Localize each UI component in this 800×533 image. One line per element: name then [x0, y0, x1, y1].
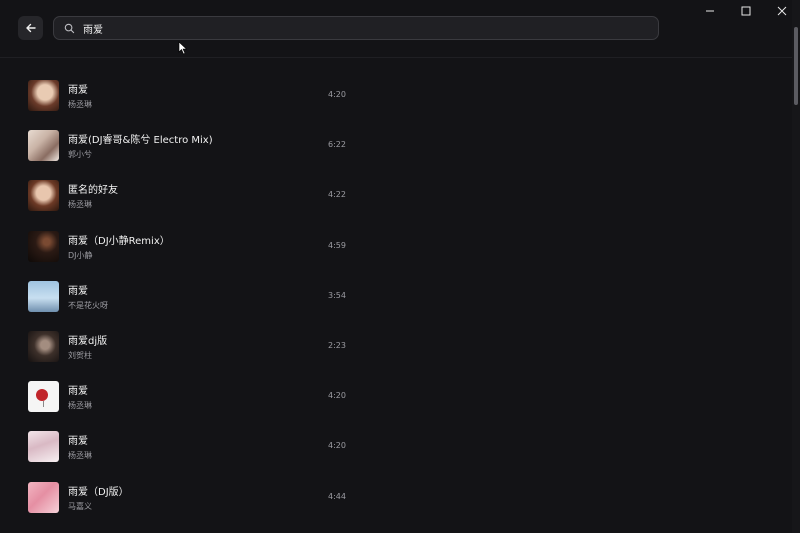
song-title: 雨爱 — [68, 436, 88, 448]
song-title: 雨爱 — [68, 85, 88, 96]
song-title: 雨爱 — [68, 386, 88, 398]
search-input[interactable] — [83, 22, 658, 34]
song-title: 雨爱dj版 — [68, 335, 108, 347]
song-duration: 4:20 — [328, 441, 346, 451]
maximize-icon — [741, 6, 751, 16]
minimize-button[interactable] — [692, 0, 728, 22]
album-cover — [28, 80, 59, 111]
song-duration: 2:23 — [328, 340, 346, 350]
minimize-icon — [706, 10, 714, 12]
song-artist[interactable]: 不是花火呀 — [68, 300, 108, 311]
album-cover — [28, 481, 59, 513]
back-button[interactable] — [18, 16, 43, 40]
song-duration: 4:20 — [328, 391, 346, 401]
app-window: 雨爱 杨丞琳 4:20 雨爱(DJ睿哥&陈兮 Electro Mix) 郭小兮 … — [0, 0, 800, 533]
song-row[interactable]: 雨爱 杨丞琳 4:20 — [0, 70, 792, 120]
song-duration: 3:54 — [328, 290, 346, 300]
song-row[interactable]: 雨爱 不是花火呀 3:54 — [0, 271, 792, 321]
song-duration: 4:59 — [328, 240, 346, 250]
song-row[interactable]: 雨爱 杨丞琳 4:20 — [0, 421, 792, 471]
song-title: 雨爱 — [68, 285, 88, 297]
song-title: 雨爱（DJ版） — [68, 486, 129, 498]
song-duration: 6:22 — [328, 140, 346, 150]
album-cover — [28, 330, 59, 362]
song-artist[interactable]: 刘贺柱 — [68, 350, 92, 361]
song-row[interactable]: 雨爱（DJ小静Remix） DJ小静 4:59 — [0, 221, 792, 271]
search-icon — [64, 23, 75, 33]
song-artist[interactable]: 杨丞琳 — [68, 400, 92, 411]
search-results-list: 雨爱 杨丞琳 4:20 雨爱(DJ睿哥&陈兮 Electro Mix) 郭小兮 … — [0, 70, 792, 522]
close-icon — [777, 6, 787, 16]
song-title: 雨爱(DJ睿哥&陈兮 Electro Mix) — [68, 135, 213, 147]
album-cover — [28, 381, 59, 413]
song-duration: 4:22 — [328, 190, 346, 200]
song-artist[interactable]: 马嘉义 — [68, 501, 92, 512]
song-row[interactable]: 雨爱(DJ睿哥&陈兮 Electro Mix) 郭小兮 6:22 — [0, 120, 792, 170]
search-bar[interactable] — [53, 16, 659, 40]
scrollbar[interactable] — [792, 0, 800, 533]
song-title: 雨爱（DJ小静Remix） — [68, 235, 170, 247]
song-row[interactable]: 雨爱dj版 刘贺柱 2:23 — [0, 321, 792, 371]
song-duration: 4:20 — [328, 90, 346, 99]
window-controls — [692, 0, 800, 22]
arrow-left-icon — [25, 23, 36, 33]
scrollbar-thumb[interactable] — [794, 27, 798, 105]
album-cover — [28, 431, 59, 463]
song-title: 匿名的好友 — [68, 185, 118, 197]
song-row[interactable]: 雨爱（DJ版） 马嘉义 4:44 — [0, 472, 792, 522]
song-artist[interactable]: DJ小静 — [68, 250, 93, 261]
song-artist[interactable]: 郭小兮 — [68, 149, 92, 160]
album-cover — [28, 130, 59, 162]
album-cover — [28, 230, 59, 262]
song-artist[interactable]: 杨丞琳 — [68, 450, 92, 461]
song-row[interactable]: 匿名的好友 杨丞琳 4:22 — [0, 170, 792, 220]
song-artist[interactable]: 杨丞琳 — [68, 99, 92, 110]
mouse-cursor-icon — [178, 41, 188, 55]
song-row[interactable]: 雨爱 杨丞琳 4:20 — [0, 371, 792, 421]
song-artist[interactable]: 杨丞琳 — [68, 199, 92, 210]
song-duration: 4:44 — [328, 491, 346, 501]
maximize-button[interactable] — [728, 0, 764, 22]
header-divider — [0, 57, 792, 58]
album-cover — [28, 280, 59, 312]
album-cover — [28, 180, 59, 212]
